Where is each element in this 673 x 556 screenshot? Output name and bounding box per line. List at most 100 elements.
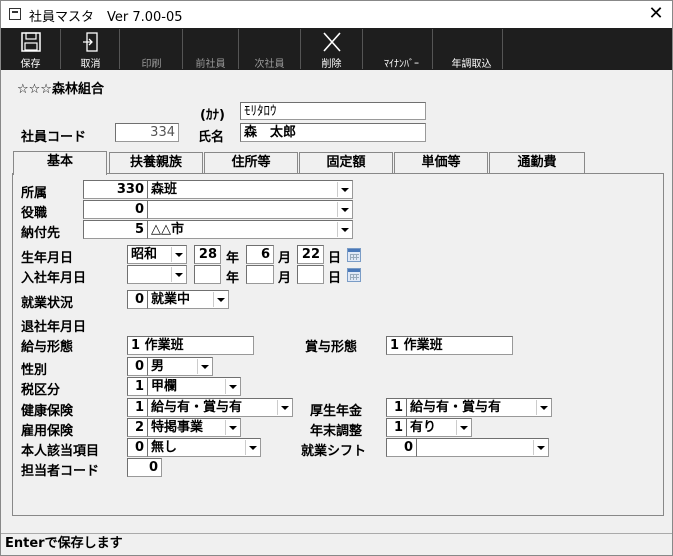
employment-insurance-value: 特掲事業 bbox=[151, 420, 204, 435]
position-select[interactable] bbox=[147, 200, 353, 219]
tab-dependents[interactable]: 扶養親族 bbox=[109, 152, 203, 174]
mynumber-button[interactable]: ﾏｲﾅﾝﾊﾞｰ bbox=[371, 29, 433, 70]
kana-input[interactable]: ﾓﾘﾀﾛｳ bbox=[240, 102, 426, 120]
name-input[interactable]: 森 太郎 bbox=[240, 123, 426, 142]
tab-unit-price[interactable]: 単価等 bbox=[394, 152, 488, 174]
department-value: 森班 bbox=[151, 182, 178, 197]
birth-day-input[interactable]: 22 bbox=[297, 245, 324, 264]
pension-select[interactable]: 給与有・賞与有 bbox=[406, 398, 552, 417]
tab-basic[interactable]: 基本 bbox=[13, 151, 107, 175]
tax-category-value: 甲欄 bbox=[151, 379, 178, 394]
pension-code-input[interactable]: 1 bbox=[386, 398, 407, 417]
bonus-type-input[interactable]: 1 作業班 bbox=[386, 336, 513, 355]
chevron-down-icon[interactable] bbox=[337, 222, 351, 237]
tab-commute[interactable]: 通勤費 bbox=[489, 152, 585, 174]
close-button[interactable]: ✕ bbox=[641, 3, 671, 25]
join-year-input[interactable] bbox=[194, 265, 221, 284]
app-icon bbox=[9, 8, 21, 20]
chevron-down-icon[interactable] bbox=[337, 202, 351, 217]
health-insurance-select[interactable]: 給与有・賞与有 bbox=[147, 398, 293, 417]
birth-year-input[interactable]: 28 bbox=[194, 245, 221, 264]
work-shift-select[interactable] bbox=[416, 438, 549, 457]
year-end-import-button[interactable]: 年調取込 bbox=[441, 29, 503, 70]
print-label: 印刷 bbox=[141, 59, 162, 70]
birth-date-label: 生年月日 bbox=[21, 251, 74, 266]
chevron-down-icon[interactable] bbox=[277, 400, 291, 415]
chevron-down-icon[interactable] bbox=[171, 247, 185, 262]
employment-status-value: 就業中 bbox=[151, 292, 191, 307]
birth-era-value: 昭和 bbox=[131, 247, 158, 262]
personal-applicable-items-value: 無し bbox=[151, 440, 178, 455]
year-end-adjustment-select[interactable]: 有り bbox=[406, 418, 472, 437]
day-unit: 日 bbox=[328, 251, 342, 266]
birth-era-select[interactable]: 昭和 bbox=[127, 245, 187, 264]
department-label: 所属 bbox=[21, 186, 48, 201]
year-unit: 年 bbox=[226, 251, 240, 266]
delete-button[interactable]: 削除 bbox=[301, 29, 363, 70]
salary-type-input[interactable]: 1 作業班 bbox=[127, 336, 254, 355]
chevron-down-icon[interactable] bbox=[456, 420, 470, 435]
organization-name: ☆☆☆森林組合 bbox=[17, 82, 104, 97]
calendar-icon[interactable] bbox=[347, 268, 361, 282]
personal-applicable-items-select[interactable]: 無し bbox=[147, 438, 261, 457]
chevron-down-icon[interactable] bbox=[225, 420, 239, 435]
employment-status-label: 就業状況 bbox=[21, 296, 74, 311]
staff-code-input[interactable]: 0 bbox=[127, 458, 162, 477]
health-insurance-code-input[interactable]: 1 bbox=[127, 398, 148, 417]
save-button[interactable]: 保存 bbox=[1, 29, 61, 70]
gender-code-input[interactable]: 0 bbox=[127, 357, 148, 376]
prev-employee-label: 前社員 bbox=[195, 59, 226, 70]
tax-category-code-input[interactable]: 1 bbox=[127, 377, 148, 396]
employment-status-code-input[interactable]: 0 bbox=[127, 290, 148, 309]
month-unit: 月 bbox=[278, 251, 292, 266]
payment-destination-code-input[interactable]: 5 bbox=[83, 220, 148, 239]
payment-destination-label: 納付先 bbox=[21, 226, 61, 241]
payment-destination-select[interactable]: △△市 bbox=[147, 220, 353, 239]
chevron-down-icon[interactable] bbox=[197, 359, 211, 374]
calendar-icon[interactable] bbox=[347, 248, 361, 262]
health-insurance-label: 健康保険 bbox=[21, 404, 74, 419]
prev-employee-button[interactable]: 前社員 bbox=[183, 29, 239, 70]
chevron-down-icon[interactable] bbox=[337, 182, 351, 197]
exit-door-icon bbox=[82, 32, 98, 52]
cancel-button[interactable]: 取消 bbox=[62, 29, 120, 70]
birth-month-input[interactable]: 6 bbox=[246, 245, 274, 264]
employment-status-select[interactable]: 就業中 bbox=[147, 290, 229, 309]
delete-label: 削除 bbox=[321, 59, 342, 70]
employee-code-input[interactable]: 334 bbox=[115, 123, 179, 142]
window-title: 社員マスタ Ver 7.00-05 bbox=[29, 10, 183, 25]
join-era-select[interactable] bbox=[127, 265, 187, 284]
join-day-input[interactable] bbox=[297, 265, 324, 284]
pension-label: 厚生年金 bbox=[310, 404, 363, 419]
employee-code-label: 社員コード bbox=[21, 130, 87, 145]
cancel-label: 取消 bbox=[80, 59, 101, 70]
work-shift-code-input[interactable]: 0 bbox=[386, 438, 417, 457]
join-date-label: 入社年月日 bbox=[21, 271, 87, 286]
employment-insurance-code-input[interactable]: 2 bbox=[127, 418, 148, 437]
floppy-disk-icon bbox=[20, 32, 41, 52]
tab-fixed-amount[interactable]: 固定額 bbox=[299, 152, 393, 174]
employment-insurance-select[interactable]: 特掲事業 bbox=[147, 418, 241, 437]
next-employee-button[interactable]: 次社員 bbox=[239, 29, 301, 70]
chevron-down-icon[interactable] bbox=[171, 267, 185, 282]
tab-address[interactable]: 住所等 bbox=[204, 152, 298, 174]
chevron-down-icon[interactable] bbox=[536, 400, 550, 415]
kana-label: (ｶﾅ) bbox=[200, 108, 225, 123]
chevron-down-icon[interactable] bbox=[213, 292, 227, 307]
join-month-input[interactable] bbox=[246, 265, 274, 284]
gender-select[interactable]: 男 bbox=[147, 357, 213, 376]
personal-applicable-items-code-input[interactable]: 0 bbox=[127, 438, 148, 457]
tax-category-select[interactable]: 甲欄 bbox=[147, 377, 241, 396]
department-select[interactable]: 森班 bbox=[147, 180, 353, 199]
year-end-adjustment-value: 有り bbox=[410, 420, 437, 435]
year-end-adjustment-code-input[interactable]: 1 bbox=[386, 418, 407, 437]
chevron-down-icon[interactable] bbox=[533, 440, 547, 455]
chevron-down-icon[interactable] bbox=[245, 440, 259, 455]
print-button[interactable]: 印刷 bbox=[121, 29, 183, 70]
department-code-input[interactable]: 330 bbox=[83, 180, 148, 199]
position-code-input[interactable]: 0 bbox=[83, 200, 148, 219]
chevron-down-icon[interactable] bbox=[225, 379, 239, 394]
employment-insurance-label: 雇用保険 bbox=[21, 424, 74, 439]
position-label: 役職 bbox=[21, 206, 48, 221]
year-end-import-label: 年調取込 bbox=[451, 59, 492, 70]
